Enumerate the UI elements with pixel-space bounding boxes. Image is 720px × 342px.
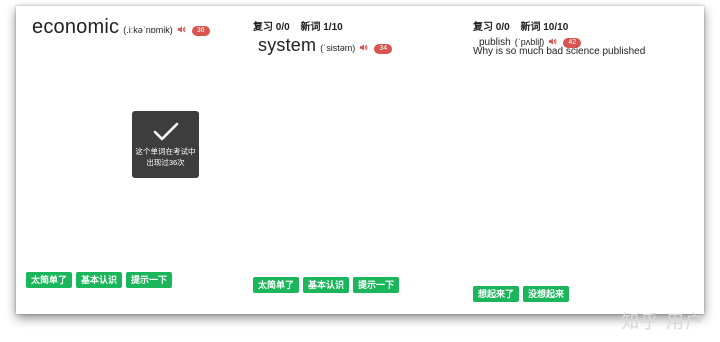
basically-know-button[interactable]: 基本认识 bbox=[76, 272, 123, 288]
example-sentence: Why is so much bad science published bbox=[473, 46, 646, 57]
toast-line-1: 这个单词在考试中 bbox=[135, 147, 196, 156]
phonetic-text: (.iːkəˈnɒmik) bbox=[123, 25, 173, 35]
too-easy-button[interactable]: 太简单了 bbox=[26, 272, 73, 288]
word-panel-economic: economic (.iːkəˈnɒmik) 36 这个单词在考试中 出现过36… bbox=[16, 6, 244, 314]
remembered-button[interactable]: 想起来了 bbox=[473, 286, 520, 302]
answer-button-group: 太简单了 基本认识 提示一下 bbox=[26, 272, 173, 288]
too-easy-button[interactable]: 太简单了 bbox=[253, 277, 300, 293]
word-header: economic (.iːkəˈnɒmik) 36 bbox=[32, 16, 210, 39]
answer-button-group: 太简单了 基本认识 提示一下 bbox=[253, 277, 400, 293]
screenshot-stage: economic (.iːkəˈnɒmik) 36 这个单词在考试中 出现过36… bbox=[0, 0, 720, 342]
watermark-text: 知乎 用户 bbox=[621, 312, 704, 333]
recall-button-group: 想起来了 没想起来 bbox=[473, 286, 570, 302]
word-panel-system: 复习 0/0 新词 1/10 system (ˈsistəm) 34 太简单了 … bbox=[244, 6, 464, 314]
word-title: economic bbox=[32, 16, 120, 38]
checkmark-icon bbox=[153, 122, 178, 141]
exam-frequency-toast: 这个单词在考试中 出现过36次 bbox=[132, 111, 199, 178]
toast-line-2: 出现过36次 bbox=[146, 158, 185, 167]
hint-button[interactable]: 提示一下 bbox=[353, 277, 400, 293]
progress-stats: 复习 0/0 新词 1/10 bbox=[253, 18, 343, 33]
hint-button[interactable]: 提示一下 bbox=[126, 272, 173, 288]
forgot-button[interactable]: 没想起来 bbox=[523, 286, 570, 302]
phonetic-text: (ˈsistəm) bbox=[320, 43, 356, 53]
word-title: system bbox=[258, 35, 317, 55]
speaker-icon[interactable] bbox=[359, 39, 368, 51]
review-progress: 复习 0/0 bbox=[253, 22, 290, 33]
new-word-progress: 新词 1/10 bbox=[300, 22, 343, 33]
exam-count-badge: 34 bbox=[374, 44, 393, 54]
speaker-icon[interactable] bbox=[177, 21, 186, 33]
basically-know-button[interactable]: 基本认识 bbox=[303, 277, 350, 293]
word-panel-publish: 复习 0/0 新词 10/10 publish (ˈpʌbliʃ) 42 Why… bbox=[464, 6, 704, 314]
progress-stats: 复习 0/0 新词 10/10 bbox=[473, 18, 568, 33]
speaker-icon[interactable] bbox=[548, 33, 557, 45]
exam-count-badge: 36 bbox=[191, 26, 210, 36]
word-header: system (ˈsistəm) 34 bbox=[258, 35, 393, 56]
